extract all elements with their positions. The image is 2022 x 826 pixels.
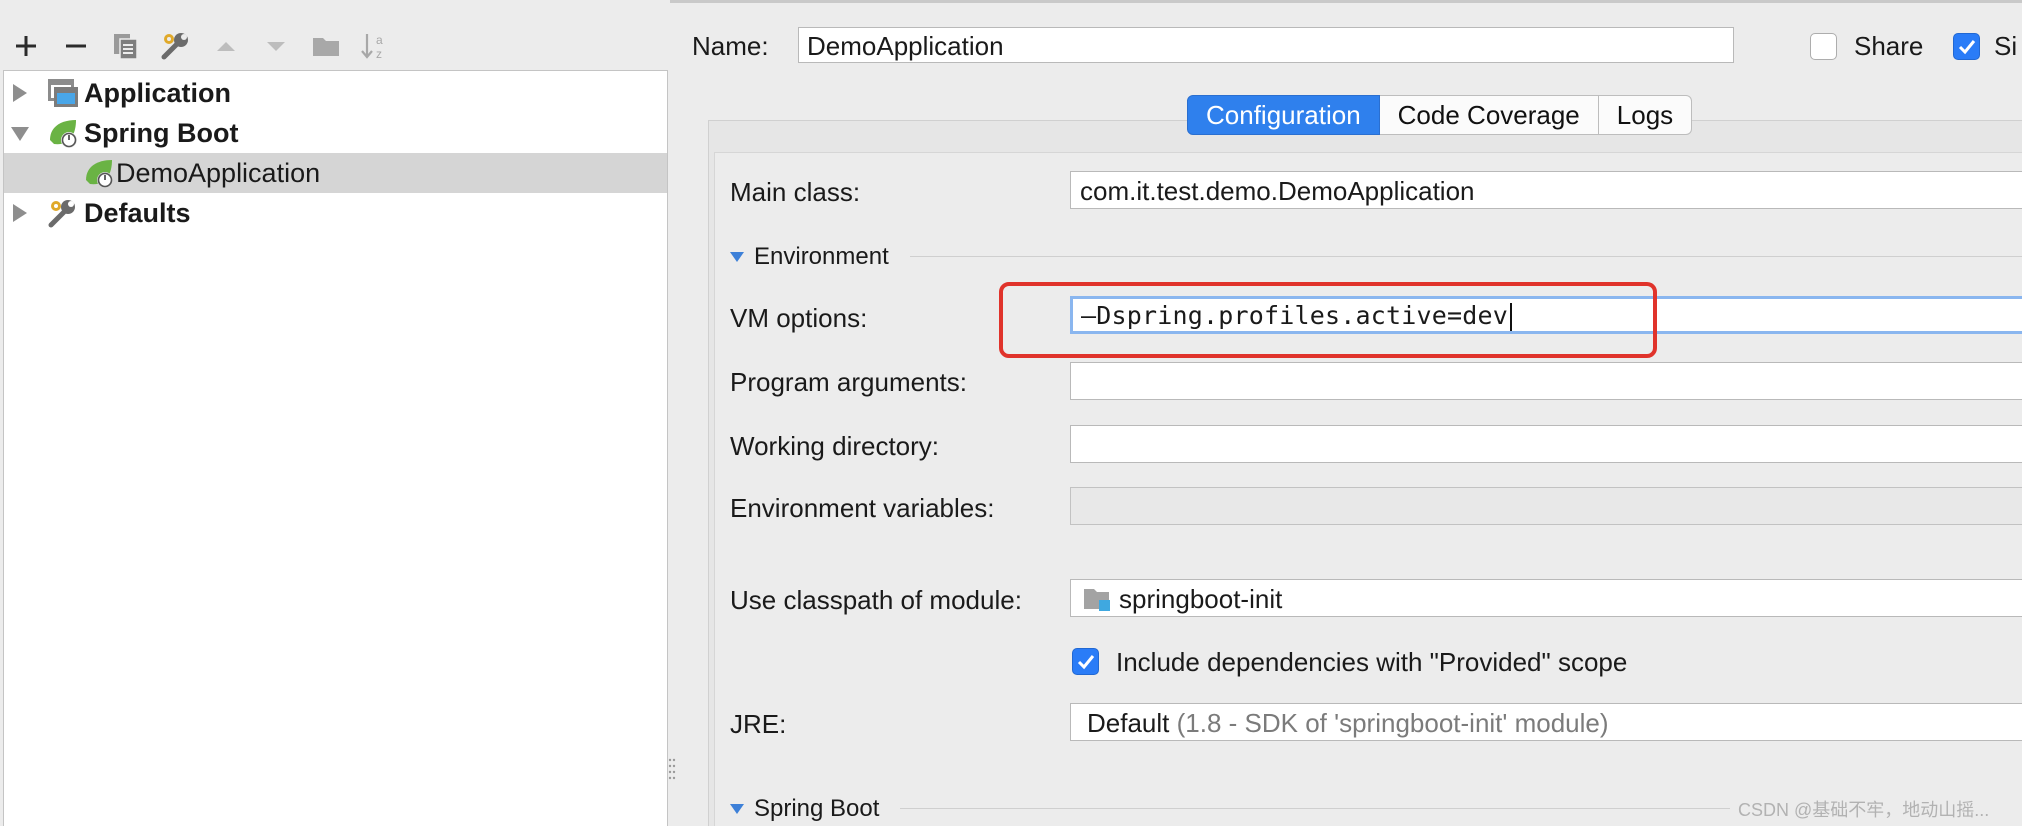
- svg-text:a: a: [376, 33, 383, 47]
- program-arguments-label: Program arguments:: [730, 367, 967, 397]
- wrench-icon: [46, 196, 80, 230]
- tree-item-label: Defaults: [84, 198, 191, 228]
- jre-detail: (1.8 - SDK of 'springboot-init' module): [1176, 708, 1609, 738]
- classpath-module-value: springboot-init: [1119, 584, 1283, 614]
- tree-item-label: DemoApplication: [116, 158, 321, 188]
- spring-boot-section-title: Spring Boot: [754, 795, 880, 822]
- svg-text:z: z: [376, 47, 382, 61]
- run-debug-configurations-window: az Application Spring Boot DemoApplicati…: [0, 0, 2022, 826]
- configurations-tree: Application Spring Boot DemoApplication: [3, 70, 668, 826]
- collapse-arrow-icon: [730, 252, 744, 262]
- jre-select[interactable]: Default (1.8 - SDK of 'springboot-init' …: [1070, 703, 2022, 741]
- share-checkbox[interactable]: [1810, 33, 1837, 60]
- spring-boot-icon: [46, 116, 80, 150]
- arrow-up-icon[interactable]: [206, 26, 246, 66]
- module-folder-icon: [1083, 585, 1113, 620]
- tree-item-demoapplication[interactable]: DemoApplication: [4, 153, 667, 193]
- collapse-arrow-icon: [730, 804, 744, 814]
- environment-section-toggle[interactable]: Environment: [730, 243, 889, 271]
- expand-arrow-icon[interactable]: [13, 204, 27, 222]
- collapse-arrow-icon[interactable]: [11, 127, 29, 141]
- wrench-icon[interactable]: [156, 26, 196, 66]
- jre-value: Default: [1087, 708, 1170, 738]
- program-arguments-input[interactable]: [1070, 362, 2022, 400]
- working-directory-label: Working directory:: [730, 431, 940, 461]
- spring-boot-run-icon: [82, 156, 116, 190]
- application-icon: [46, 76, 80, 110]
- copy-icon[interactable]: [106, 26, 146, 66]
- environment-variables-input[interactable]: [1070, 487, 2022, 525]
- tab-code-coverage[interactable]: Code Coverage: [1379, 95, 1599, 135]
- main-class-input[interactable]: com.it.test.demo.DemoApplication: [1070, 171, 2022, 209]
- annotation-highlight-box: [999, 282, 1657, 358]
- working-directory-input[interactable]: [1070, 425, 2022, 463]
- name-label: Name:: [692, 31, 769, 61]
- tree-item-label: Spring Boot: [84, 118, 239, 148]
- section-divider: [910, 256, 2022, 257]
- configurations-sidebar: az Application Spring Boot DemoApplicati…: [0, 0, 676, 826]
- environment-section-title: Environment: [754, 243, 889, 270]
- single-instance-label: Si: [1994, 31, 2018, 61]
- sort-az-icon[interactable]: az: [356, 26, 396, 66]
- spring-boot-section-toggle[interactable]: Spring Boot: [730, 795, 879, 823]
- sidebar-toolbar: az: [0, 22, 670, 70]
- classpath-module-select[interactable]: springboot-init: [1070, 579, 2022, 617]
- arrow-down-icon[interactable]: [256, 26, 296, 66]
- minus-icon[interactable]: [56, 26, 96, 66]
- tree-item-defaults[interactable]: Defaults: [4, 193, 667, 233]
- config-tabs: Configuration Code Coverage Logs: [1187, 95, 1693, 135]
- tab-configuration[interactable]: Configuration: [1187, 95, 1380, 135]
- main-class-label: Main class:: [730, 177, 861, 207]
- expand-arrow-icon[interactable]: [13, 84, 27, 102]
- tree-item-spring-boot[interactable]: Spring Boot: [4, 113, 667, 153]
- share-label: Share: [1854, 31, 1924, 61]
- folder-icon[interactable]: [306, 26, 346, 66]
- tab-logs[interactable]: Logs: [1598, 95, 1693, 135]
- name-input[interactable]: DemoApplication: [798, 27, 1734, 63]
- environment-variables-label: Environment variables:: [730, 493, 995, 523]
- plus-icon[interactable]: [6, 26, 46, 66]
- classpath-module-label: Use classpath of module:: [730, 585, 1022, 615]
- include-dependencies-label: Include dependencies with "Provided" sco…: [1116, 647, 1628, 677]
- splitter-handle[interactable]: [668, 756, 676, 786]
- vm-options-label: VM options:: [730, 303, 868, 333]
- single-instance-checkbox[interactable]: [1953, 33, 1980, 60]
- tree-item-label: Application: [84, 78, 231, 108]
- include-dependencies-checkbox[interactable]: [1072, 648, 1099, 675]
- section-divider: [900, 808, 1730, 809]
- tree-item-application[interactable]: Application: [4, 73, 667, 113]
- watermark: CSDN @基础不牢，地动山摇...: [1738, 800, 1990, 820]
- jre-label: JRE:: [730, 709, 787, 739]
